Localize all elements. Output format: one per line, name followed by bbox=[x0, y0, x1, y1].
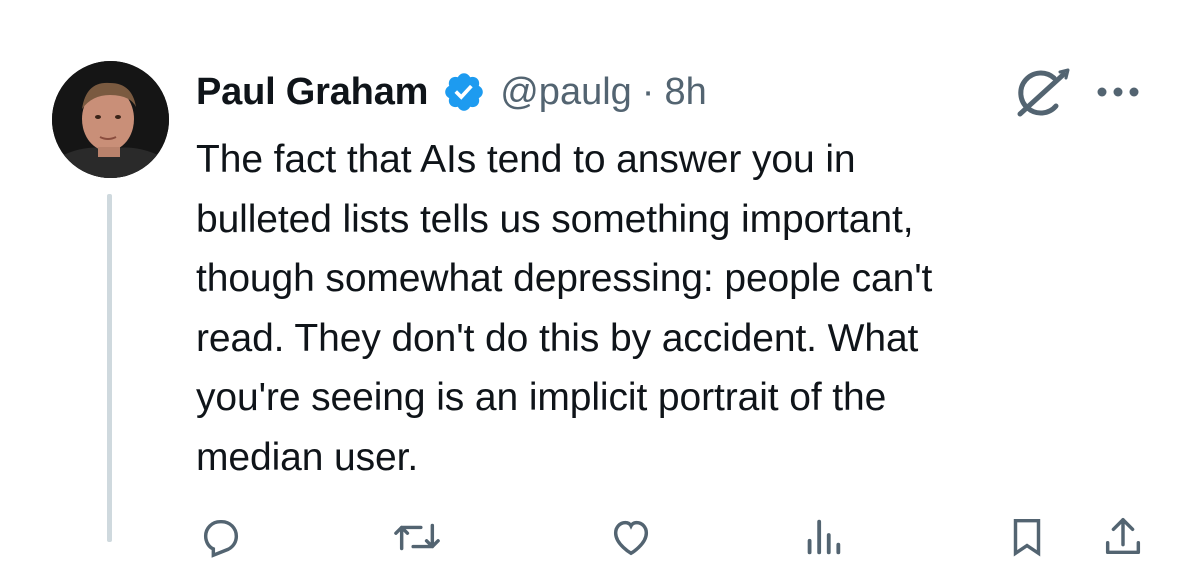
grok-icon[interactable] bbox=[1010, 66, 1072, 122]
avatar[interactable] bbox=[52, 61, 169, 178]
repost-button[interactable] bbox=[392, 514, 442, 560]
verified-badge-icon[interactable] bbox=[442, 70, 486, 114]
like-button[interactable] bbox=[608, 514, 654, 560]
bookmark-icon bbox=[1013, 518, 1041, 557]
author-display-name[interactable]: Paul Graham bbox=[196, 71, 428, 114]
header-separator: · bbox=[641, 70, 655, 113]
tweet-action-bar bbox=[196, 514, 1156, 574]
views-button[interactable] bbox=[800, 514, 846, 560]
views-icon bbox=[807, 519, 841, 555]
more-options-icon[interactable] bbox=[1094, 82, 1142, 102]
repost-icon bbox=[394, 523, 440, 551]
share-icon bbox=[1105, 518, 1141, 555]
thread-connector-line bbox=[107, 194, 112, 542]
like-icon bbox=[613, 520, 649, 556]
tweet-timestamp[interactable]: 8h bbox=[664, 71, 706, 114]
author-handle[interactable]: @paulg bbox=[500, 71, 632, 114]
share-button[interactable] bbox=[1100, 514, 1146, 560]
tweet-header: Paul Graham @paulg · 8h bbox=[196, 64, 707, 120]
reply-icon bbox=[203, 519, 239, 558]
bookmark-button[interactable] bbox=[1004, 514, 1050, 560]
reply-button[interactable] bbox=[198, 514, 244, 560]
tweet-text: The fact that AIs tend to answer you in … bbox=[196, 138, 933, 479]
